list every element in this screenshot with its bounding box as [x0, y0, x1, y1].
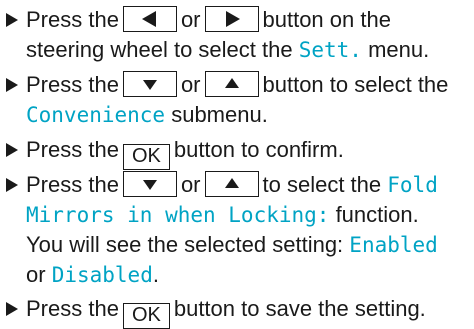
- step-2-line-2: Convenience submenu.: [26, 102, 268, 127]
- function-name-part-2: Mirrors in when Locking:: [26, 203, 330, 227]
- step-3-line-1: Press the OK button to confirm.: [6, 135, 468, 170]
- bullet-arrow-icon: [6, 302, 18, 316]
- setting-disabled: Disabled: [51, 263, 153, 287]
- down-arrow-key-icon: [122, 171, 177, 197]
- step-5-line-1: Press the OK button to save the setting.: [6, 294, 468, 329]
- step-4-line-1: Press the or to select the Fold: [26, 171, 438, 197]
- bullet-arrow-icon: [6, 178, 18, 192]
- step-2-line-1: Press the or button to select the: [26, 71, 449, 97]
- ok-key-icon: OK: [122, 144, 170, 170]
- step-1-line-1: Press the or button on the: [26, 6, 391, 32]
- down-arrow-key-icon: [122, 71, 177, 97]
- function-name-part-1: Fold: [387, 173, 438, 197]
- left-arrow-key-icon: [122, 6, 177, 32]
- ok-key-icon: OK: [122, 303, 170, 329]
- step-4: Press the or to select the Fold Mirrors in…: [6, 170, 468, 290]
- step-1: Press the or button on the steering wheel …: [6, 5, 468, 65]
- step-2: Press the or button to select the Convenie…: [6, 70, 468, 130]
- right-arrow-key-icon: [204, 6, 259, 32]
- menu-name: Sett.: [298, 38, 362, 62]
- setting-enabled: Enabled: [349, 233, 438, 257]
- up-arrow-key-icon: [204, 171, 259, 197]
- bullet-arrow-icon: [6, 13, 18, 27]
- step-4-line-3: You will see the selected setting: Enabl…: [26, 232, 438, 257]
- step-4-line-2: Mirrors in when Locking: function.: [26, 202, 419, 227]
- step-1-line-2: steering wheel to select the Sett. menu.: [26, 37, 430, 62]
- step-3: Press the OK button to confirm.: [6, 135, 468, 170]
- submenu-name: Convenience: [26, 103, 166, 127]
- bullet-arrow-icon: [6, 78, 18, 92]
- bullet-arrow-icon: [6, 143, 18, 157]
- step-5: Press the OK button to save the setting.: [6, 294, 468, 329]
- up-arrow-key-icon: [204, 71, 259, 97]
- step-4-line-4: or Disabled.: [26, 262, 159, 287]
